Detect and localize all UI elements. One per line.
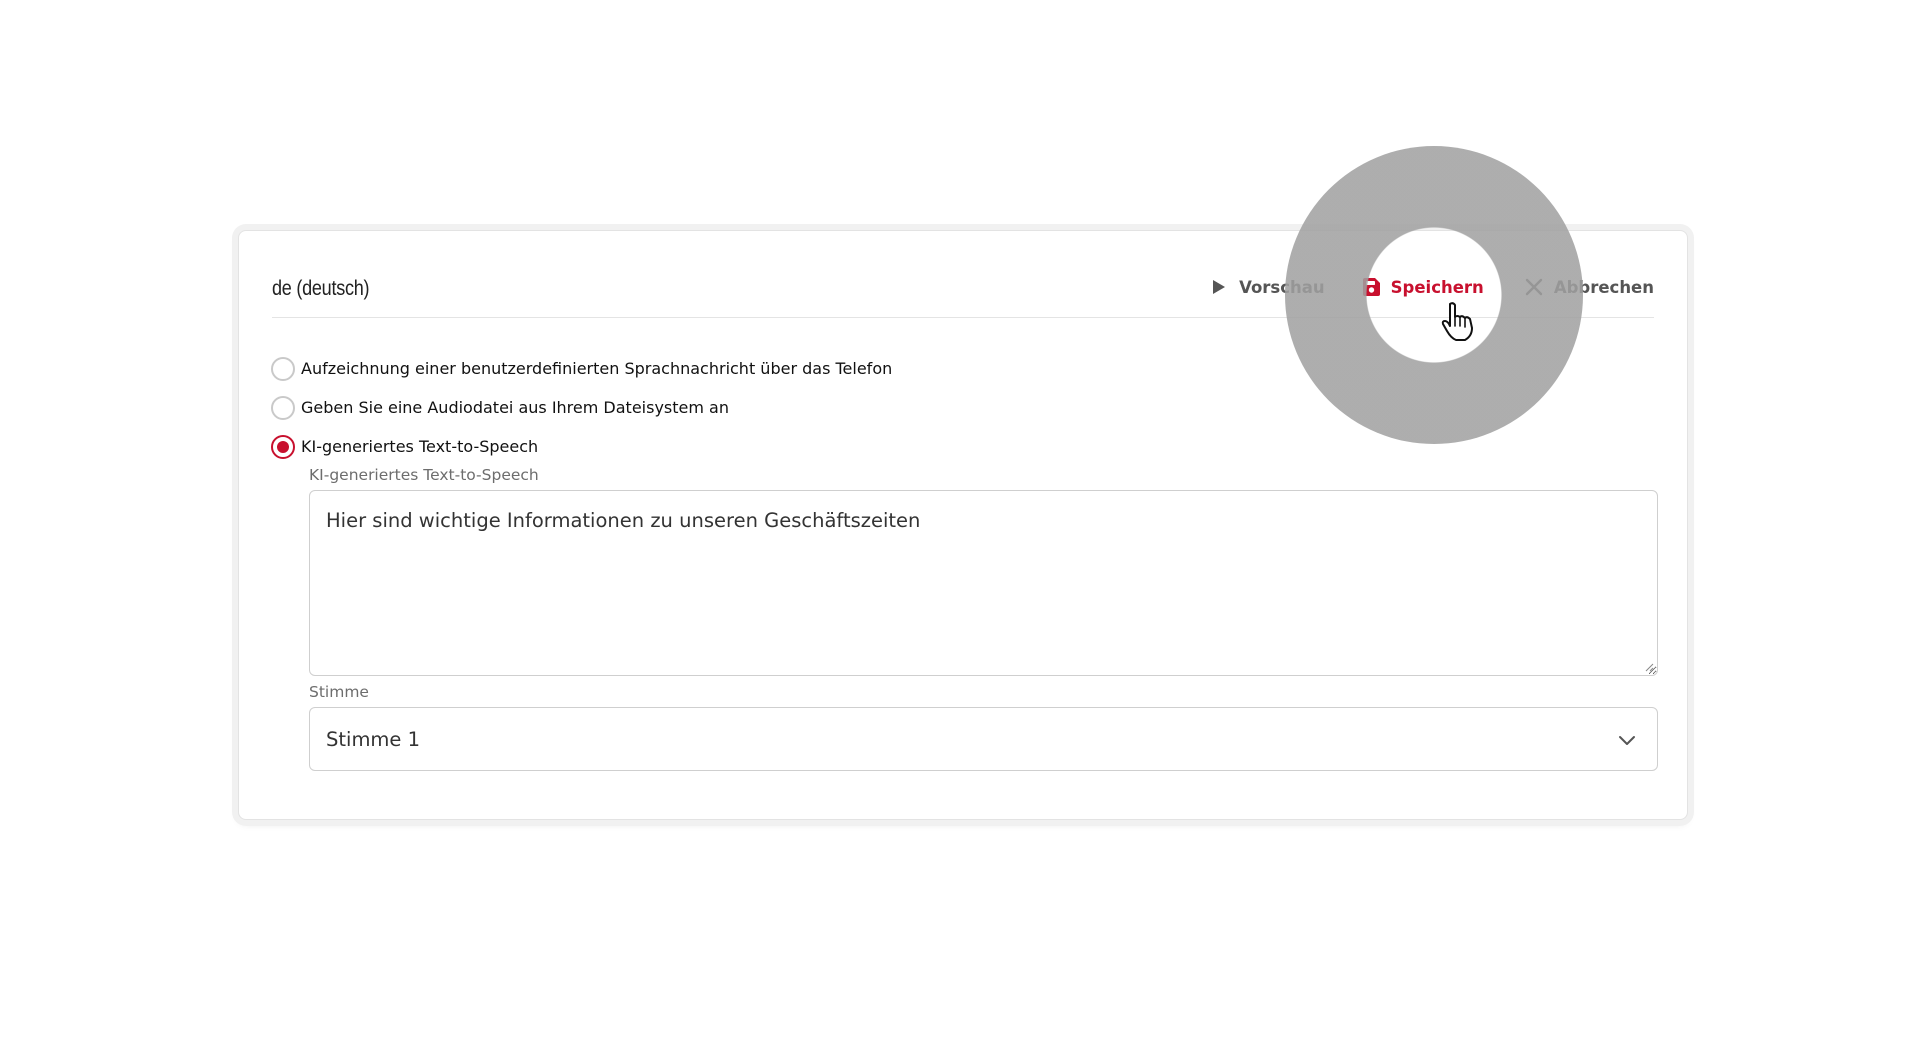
option-label: Aufzeichnung einer benutzerdefinierten S…	[301, 359, 893, 378]
voice-select-value: Stimme 1	[326, 728, 421, 751]
tts-text-input[interactable]: Hier sind wichtige Informationen zu unse…	[309, 490, 1658, 676]
card-title: de (deutsch)	[272, 277, 370, 300]
option-label: Geben Sie eine Audiodatei aus Ihrem Date…	[301, 398, 729, 417]
floppy-disk-icon	[1361, 276, 1381, 298]
save-label: Speichern	[1390, 277, 1484, 297]
option-record-phone[interactable]: Aufzeichnung einer benutzerdefinierten S…	[271, 349, 892, 388]
save-button[interactable]: Speichern	[1361, 276, 1484, 298]
chevron-down-icon	[1619, 736, 1635, 745]
language-card: de (deutsch) Vorschau Speichern Abbreche…	[238, 230, 1688, 820]
card-header: de (deutsch) Vorschau Speichern Abbreche…	[272, 231, 1654, 318]
cancel-button[interactable]: Abbrechen	[1524, 276, 1654, 298]
radio-upload-file[interactable]	[271, 395, 295, 420]
tts-field-label: KI-generiertes Text-to-Speech	[309, 466, 539, 484]
screen: de (deutsch) Vorschau Speichern Abbreche…	[0, 0, 1920, 1040]
resize-grip-icon[interactable]	[1644, 662, 1654, 672]
tts-text-value: Hier sind wichtige Informationen zu unse…	[326, 509, 921, 532]
cancel-label: Abbrechen	[1553, 277, 1654, 297]
source-options: Aufzeichnung einer benutzerdefinierten S…	[271, 349, 892, 466]
voice-select[interactable]: Stimme 1	[309, 707, 1658, 771]
card-actions: Vorschau Speichern Abbrechen	[1209, 274, 1654, 300]
preview-label: Vorschau	[1239, 277, 1325, 297]
radio-record-phone[interactable]	[271, 356, 295, 381]
play-icon	[1209, 276, 1229, 298]
option-upload-file[interactable]: Geben Sie eine Audiodatei aus Ihrem Date…	[271, 388, 892, 427]
option-label: KI-generiertes Text-to-Speech	[301, 437, 539, 456]
voice-field-label: Stimme	[309, 683, 369, 701]
close-icon	[1524, 276, 1544, 298]
option-tts[interactable]: KI-generiertes Text-to-Speech	[271, 427, 892, 466]
preview-button[interactable]: Vorschau	[1209, 276, 1325, 298]
radio-tts[interactable]	[271, 434, 295, 459]
